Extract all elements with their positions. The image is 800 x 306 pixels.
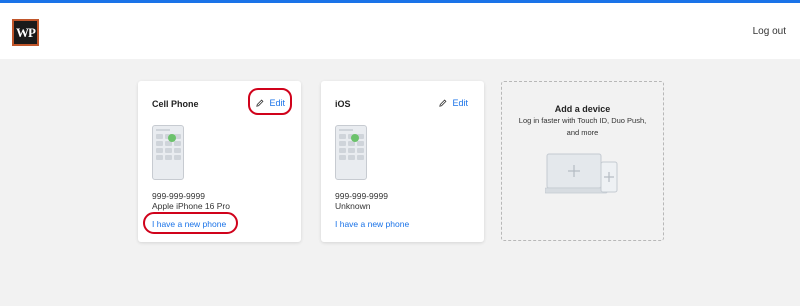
laptop-phone-add-illustration [545,153,618,194]
edit-button[interactable]: Edit [439,98,468,108]
logo-text: WP [16,24,36,40]
device-card-ios: iOS Edit 999-999-9999 Unknown I have a n… [321,81,484,242]
add-device-card[interactable]: Add a device Log in faster with Touch ID… [501,81,664,241]
annotation-circle-edit [248,88,292,115]
device-number: 999-999-9999 [152,191,205,201]
logo: WP [12,19,39,46]
phone-illustration [152,125,184,180]
device-model: Apple iPhone 16 Pro [152,201,230,211]
header: WP Log out [0,3,800,59]
device-title: Cell Phone [152,99,199,109]
add-device-subtitle: Log in faster with Touch ID, Duo Push, a… [518,116,647,137]
device-title: iOS [335,99,351,109]
add-device-title: Add a device [554,104,611,114]
device-model: Unknown [335,201,371,211]
new-phone-link[interactable]: I have a new phone [335,219,409,229]
phone-illustration [335,125,367,180]
device-number: 999-999-9999 [335,191,388,201]
logout-link[interactable]: Log out [753,26,786,37]
pencil-icon [439,99,447,107]
annotation-circle-new-phone [143,212,238,234]
edit-label: Edit [452,98,468,108]
